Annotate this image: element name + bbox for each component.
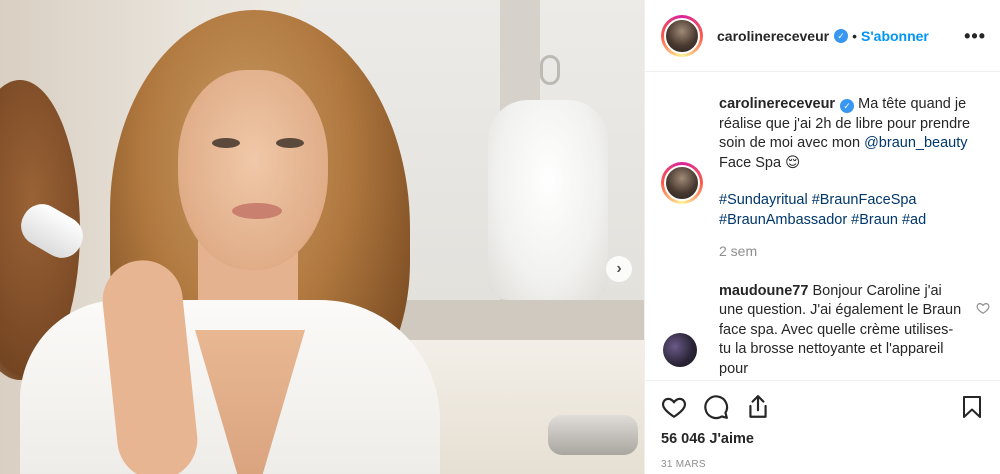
caption-mention-link[interactable]: @braun_beauty [864,135,967,151]
photo-lips [232,203,282,219]
header-username[interactable]: carolinereceveur [717,28,829,44]
comment-like-heart-icon[interactable] [976,301,990,315]
post-actions: 56 046 J'aime 31 mars [645,380,1000,470]
caption-row: carolinereceveur ✓ Ma tête quand je réali… [661,95,984,262]
photo-eye-right [276,138,304,148]
caption-avatar[interactable] [661,162,703,204]
post-sidebar: carolinereceveur ✓ • S'abonner ••• carol… [644,0,1000,474]
post-photo[interactable]: › [0,0,644,474]
comment-icon[interactable] [703,394,729,420]
photo-face [178,70,328,270]
caption-username[interactable]: carolinereceveur [719,96,835,112]
more-options-button[interactable]: ••• [964,26,986,47]
photo-eye-left [212,138,240,148]
comments-panel[interactable]: carolinereceveur ✓ Ma tête quand je réali… [645,73,1000,378]
instagram-post: › carolinereceveur ✓ • S'abonner ••• car… [0,0,1000,474]
bookmark-icon[interactable] [960,394,984,420]
chevron-right-icon: › [616,260,622,277]
follow-button[interactable]: S'abonner [861,28,929,44]
post-date[interactable]: 31 mars [661,459,984,470]
header-avatar[interactable] [661,14,703,57]
next-slide-button[interactable]: › [606,256,632,282]
action-icons [661,393,984,421]
share-icon[interactable] [745,394,771,420]
comment-username[interactable]: maudoune77 [719,283,808,299]
comment-row: maudoune77 Bonjour Caroline j'ai une que… [661,282,984,379]
comment-body: maudoune77 Bonjour Caroline j'ai une que… [719,282,984,379]
post-header: carolinereceveur ✓ • S'abonner ••• [645,0,1000,72]
comment-avatar[interactable] [663,332,697,367]
header-separator: • [852,27,857,44]
caption-hashtags-line1[interactable]: #Sundayritual #BraunFaceSpa [719,192,917,208]
caption-body: carolinereceveur ✓ Ma tête quand je réali… [719,95,984,262]
photo-hook [540,55,560,85]
caption-hashtags-line2[interactable]: #BraunAmbassador #Braun #ad [719,212,926,228]
verified-badge-icon: ✓ [840,99,855,113]
caption-timestamp[interactable]: 2 sem [719,242,984,262]
caption-text-end: Face Spa 😌 [719,154,801,171]
likes-count[interactable]: 56 046 J'aime [661,431,984,447]
photo-bathrobe [488,100,608,300]
verified-badge-icon: ✓ [834,28,849,43]
photo-tap [548,415,638,455]
heart-icon[interactable] [661,394,687,420]
